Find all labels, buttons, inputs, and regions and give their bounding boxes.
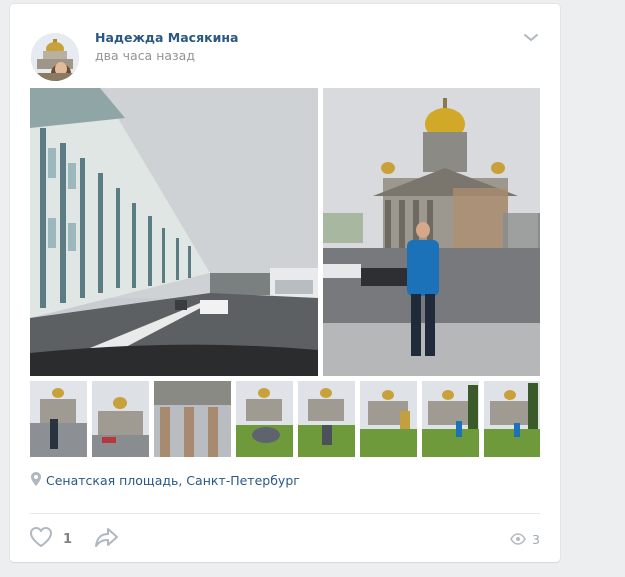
thumbnail-2[interactable] <box>92 381 149 457</box>
avatar[interactable] <box>31 33 79 81</box>
heart-icon <box>29 526 53 552</box>
thumbnail-3[interactable] <box>154 381 231 457</box>
location-link[interactable]: Сенатская площадь, Санкт-Петербург <box>31 471 300 490</box>
thumbnail-5[interactable] <box>298 381 355 457</box>
thumbnail-4[interactable] <box>236 381 293 457</box>
map-pin-icon <box>31 471 41 490</box>
thumbnail-8[interactable] <box>484 381 540 457</box>
post-card: Надежда Масякина два часа назад Сенатска… <box>10 4 560 562</box>
views-count: 3 <box>532 532 540 547</box>
thumbnail-6[interactable] <box>360 381 417 457</box>
like-count: 1 <box>63 531 73 547</box>
author-name[interactable]: Надежда Масякина <box>95 30 238 45</box>
chevron-down-icon[interactable] <box>522 30 540 46</box>
photo-cathedral-man[interactable] <box>323 88 540 376</box>
location-label[interactable]: Сенатская площадь, Санкт-Петербург <box>46 473 300 488</box>
thumbnail-1[interactable] <box>30 381 87 457</box>
divider <box>30 513 540 514</box>
like-button[interactable]: 1 <box>29 526 72 552</box>
share-arrow-icon[interactable] <box>94 526 120 552</box>
photo-palace-street[interactable] <box>30 88 318 376</box>
post-time[interactable]: два часа назад <box>95 48 195 63</box>
thumbnail-7[interactable] <box>422 381 479 457</box>
eye-icon <box>510 530 526 549</box>
views-counter: 3 <box>510 530 540 549</box>
